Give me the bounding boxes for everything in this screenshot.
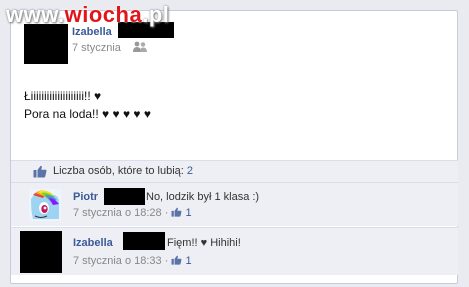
post-body: Łiiiiiiiiiiiiiiiiiiii!! ♥ Pora na loda!!… — [24, 87, 151, 123]
comment-timestamp[interactable]: 7 stycznia o 18:28 — [73, 207, 162, 219]
comment-like-count[interactable]: 1 — [186, 255, 192, 267]
people-icon — [132, 41, 148, 56]
comment-author[interactable]: Izabella — [73, 237, 113, 249]
comment-like-icon[interactable] — [171, 255, 185, 267]
comment-like-count[interactable]: 1 — [186, 207, 192, 219]
comment-item: Piotr No, lodzik był 1 klasa :) 7 styczn… — [11, 182, 458, 226]
commenter-avatar[interactable] — [29, 189, 61, 221]
comment-timestamp[interactable]: 7 stycznia o 18:33 — [73, 255, 162, 267]
commenter-avatar-redacted — [20, 231, 62, 273]
comment-text: No, lodzik był 1 klasa :) — [146, 191, 260, 203]
post-line: Pora na loda!! ♥ ♥ ♥ ♥ ♥ — [24, 107, 152, 121]
site-watermark: www.wiocha.pl — [6, 2, 170, 27]
comment-like-icon[interactable] — [171, 207, 185, 219]
comment-meta: 7 stycznia o 18:28 · 1 — [73, 207, 192, 219]
post-date[interactable]: 7 stycznia — [72, 42, 121, 54]
likes-summary: Liczba osób, które to lubią: 2 — [53, 165, 194, 177]
comment-text: Fięm!! ♥ Hihihi! — [167, 237, 241, 249]
comment-author-surname-redacted — [104, 188, 145, 205]
author-avatar-redacted — [24, 24, 68, 64]
comment-meta: 7 stycznia o 18:33 · 1 — [73, 255, 192, 267]
comment-author[interactable]: Piotr — [73, 191, 98, 203]
likes-bar: Liczba osób, które to lubią: 2 — [11, 160, 458, 183]
likes-count-link[interactable]: 2 — [187, 165, 193, 177]
comment-author-surname-redacted — [123, 232, 165, 250]
thumbs-up-icon — [33, 165, 47, 181]
comment-item: Izabella Fięm!! ♥ Hihihi! 7 stycznia o 1… — [11, 227, 458, 275]
post-line: Łiiiiiiiiiiiiiiiiiiii!! ♥ — [24, 89, 102, 103]
